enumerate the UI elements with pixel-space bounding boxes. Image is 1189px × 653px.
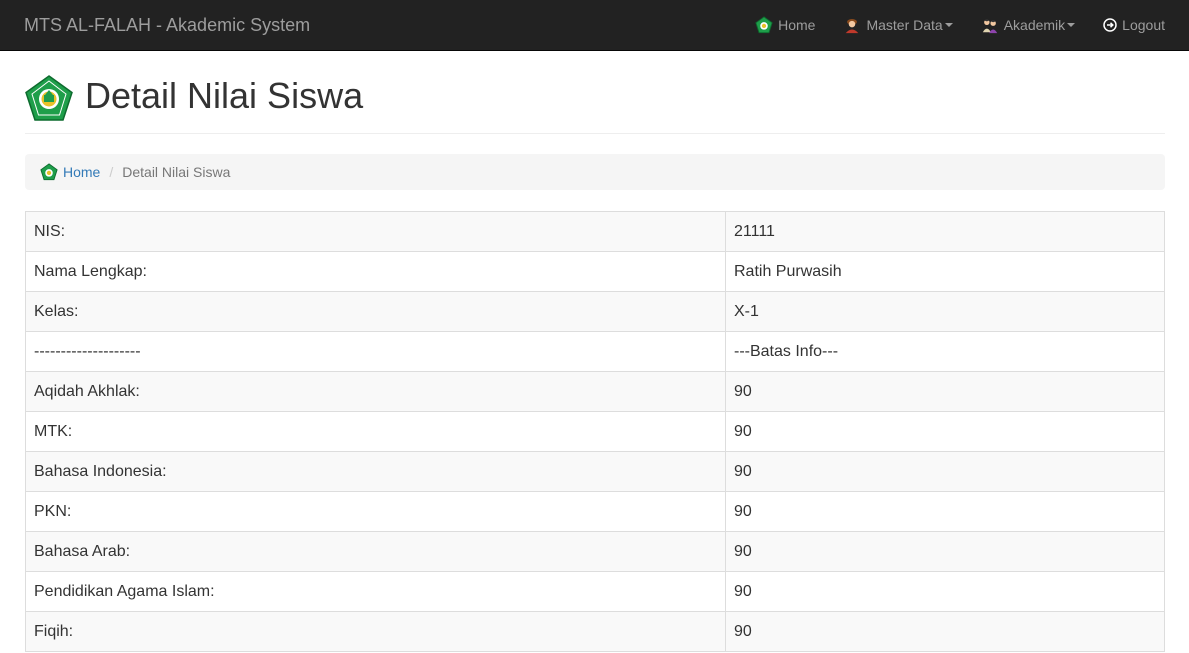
nav-logout-label: Logout [1122,17,1165,33]
navbar-brand[interactable]: MTS AL-FALAH - Akademic System [0,0,310,50]
row-value: 90 [725,491,1165,532]
table-row: Bahasa Indonesia: 90 [25,451,1165,492]
row-value: 90 [725,571,1165,612]
table-row: MTK: 90 [25,411,1165,452]
table-row: Fiqih: 90 [25,611,1165,652]
row-value: ---Batas Info--- [725,331,1165,372]
row-value: 90 [725,531,1165,572]
nav-akademik[interactable]: Akademik [967,0,1089,50]
row-label: Nama Lengkap: [25,251,726,292]
nav-master-data-label: Master Data [866,17,943,33]
students-icon [982,19,997,34]
student-grade-table: NIS: 21111 Nama Lengkap: Ratih Purwasih … [25,211,1165,652]
chevron-down-icon [944,23,953,27]
table-row: Bahasa Arab: 90 [25,531,1165,572]
table-row: Kelas: X-1 [25,291,1165,332]
nav-home[interactable]: Home [741,0,829,50]
row-value: 90 [725,451,1165,492]
row-label: Bahasa Arab: [25,531,726,572]
row-label: Bahasa Indonesia: [25,451,726,492]
page-title: Detail Nilai Siswa [85,75,364,116]
row-label: Kelas: [25,291,726,332]
table-row: PKN: 90 [25,491,1165,532]
table-row: Nama Lengkap: Ratih Purwasih [25,251,1165,292]
row-label: Aqidah Akhlak: [25,371,726,412]
table-row: Pendidikan Agama Islam: 90 [25,571,1165,612]
breadcrumb: Home / Detail Nilai Siswa [25,154,1165,190]
row-value: 90 [725,411,1165,452]
nav-akademik-label: Akademik [1003,17,1066,33]
row-label: PKN: [25,491,726,532]
row-label: MTK: [25,411,726,452]
nav-logout[interactable]: Logout [1089,0,1179,50]
row-value: 90 [725,371,1165,412]
student-icon [846,18,859,34]
row-value: 90 [725,611,1165,652]
nav-home-label: Home [778,17,816,33]
school-logo-icon [755,16,773,34]
table-row: Aqidah Akhlak: 90 [25,371,1165,412]
top-navbar: MTS AL-FALAH - Akademic System Home Mast… [0,0,1189,51]
nav-master-data[interactable]: Master Data [829,0,966,50]
row-label: Pendidikan Agama Islam: [25,571,726,612]
school-logo-icon [25,75,73,121]
breadcrumb-home-label: Home [63,164,101,180]
row-label: -------------------- [25,331,726,372]
table-row: -------------------- ---Batas Info--- [25,331,1165,372]
breadcrumb-separator: / [109,164,114,180]
logout-icon [1103,18,1117,32]
page-header: Detail Nilai Siswa [25,70,1165,134]
breadcrumb-current: Detail Nilai Siswa [122,164,231,180]
chevron-down-icon [1067,23,1076,27]
school-logo-icon [40,163,58,181]
row-label: Fiqih: [25,611,726,652]
row-value: Ratih Purwasih [725,251,1165,292]
row-value: X-1 [725,291,1165,332]
table-row: NIS: 21111 [25,211,1165,252]
row-label: NIS: [25,211,726,252]
navbar-menu: Home Master Data Akademik Logout [741,0,1189,50]
row-value: 21111 [725,211,1165,252]
breadcrumb-home[interactable]: Home [40,163,100,181]
